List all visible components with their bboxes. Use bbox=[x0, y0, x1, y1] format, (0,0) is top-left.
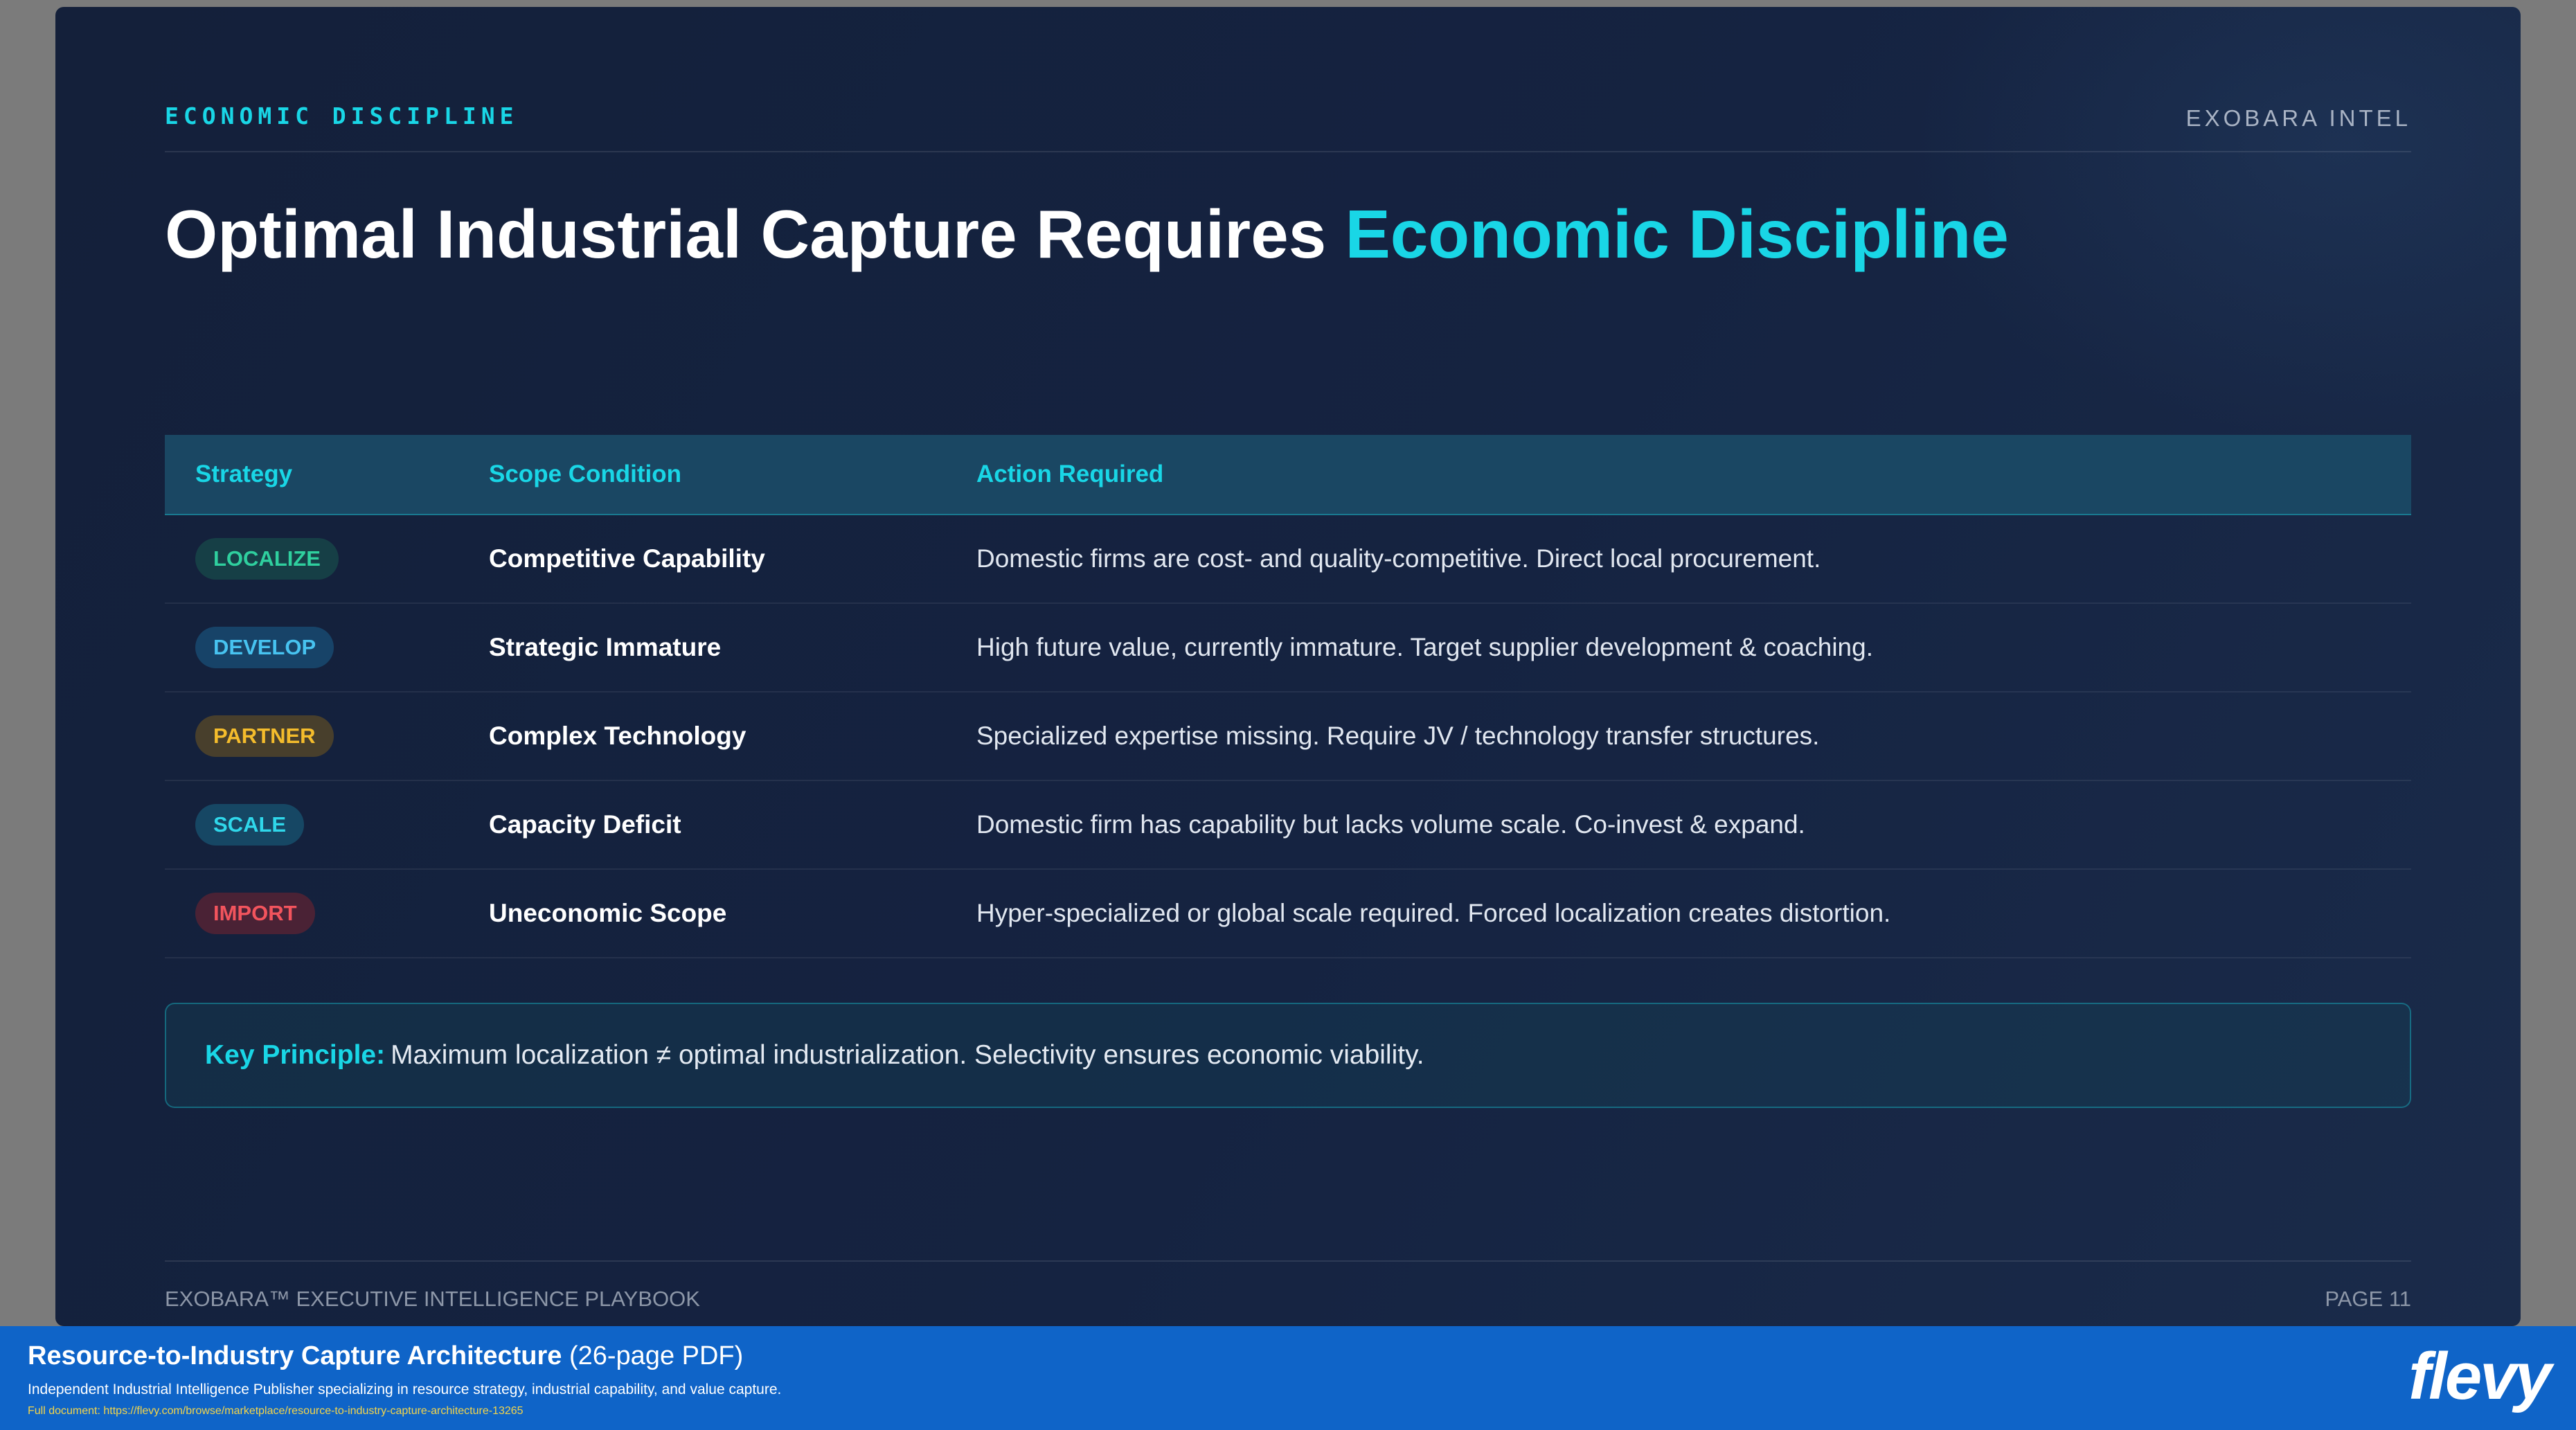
banner-title: Resource-to-Industry Capture Architectur… bbox=[28, 1341, 743, 1371]
header-strategy: Strategy bbox=[195, 461, 293, 488]
scope-condition: Capacity Deficit bbox=[489, 810, 681, 839]
banner-page-count: (26-page PDF) bbox=[569, 1341, 744, 1370]
strategy-badge-partner: PARTNER bbox=[195, 715, 334, 757]
brand-label: EXOBARA INTEL bbox=[2185, 105, 2411, 131]
key-principle-callout: Key Principle: Maximum localization ≠ op… bbox=[165, 1003, 2411, 1108]
flevy-logo[interactable]: flevy bbox=[2408, 1339, 2552, 1415]
banner-document-link[interactable]: Full document: https://flevy.com/browse/… bbox=[28, 1405, 524, 1418]
slide-title: Optimal Industrial Capture Requires Econ… bbox=[165, 195, 2009, 274]
key-principle-text: Maximum localization ≠ optimal industria… bbox=[391, 1040, 1424, 1070]
table-row: DEVELOP Strategic Immature High future v… bbox=[165, 604, 2411, 692]
strategy-badge-import: IMPORT bbox=[195, 893, 315, 934]
table-row: SCALE Capacity Deficit Domestic firm has… bbox=[165, 781, 2411, 870]
banner-subtitle: Independent Industrial Intelligence Publ… bbox=[28, 1382, 782, 1397]
strategy-table: Strategy Scope Condition Action Required… bbox=[165, 435, 2411, 958]
banner-document-name: Resource-to-Industry Capture Architectur… bbox=[28, 1341, 562, 1370]
action-required: Specialized expertise missing. Require J… bbox=[976, 722, 1820, 750]
scope-condition: Competitive Capability bbox=[489, 544, 765, 573]
strategy-badge-develop: DEVELOP bbox=[195, 627, 334, 668]
action-required: High future value, currently immature. T… bbox=[976, 633, 1873, 661]
table-row: IMPORT Uneconomic Scope Hyper-specialize… bbox=[165, 870, 2411, 958]
header-divider bbox=[165, 151, 2411, 152]
scope-condition: Strategic Immature bbox=[489, 633, 722, 661]
footer-divider bbox=[165, 1260, 2411, 1262]
title-main: Optimal Industrial Capture Requires bbox=[165, 196, 1345, 272]
strategy-badge-localize: LOCALIZE bbox=[195, 538, 339, 580]
scope-condition: Complex Technology bbox=[489, 722, 746, 750]
table-header: Strategy Scope Condition Action Required bbox=[165, 435, 2411, 515]
table-row: PARTNER Complex Technology Specialized e… bbox=[165, 692, 2411, 781]
action-required: Domestic firm has capability but lacks v… bbox=[976, 810, 1805, 839]
key-principle-label: Key Principle: bbox=[205, 1040, 386, 1070]
section-eyebrow: ECONOMIC DISCIPLINE bbox=[165, 102, 519, 129]
strategy-badge-scale: SCALE bbox=[195, 804, 305, 846]
header-scope: Scope Condition bbox=[489, 461, 682, 488]
title-accent: Economic Discipline bbox=[1345, 196, 2009, 272]
table-row: LOCALIZE Competitive Capability Domestic… bbox=[165, 515, 2411, 604]
action-required: Domestic firms are cost- and quality-com… bbox=[976, 544, 1821, 573]
footer-playbook-label: EXOBARA™ EXECUTIVE INTELLIGENCE PLAYBOOK bbox=[165, 1287, 700, 1311]
header-action: Action Required bbox=[976, 461, 1164, 488]
action-required: Hyper-specialized or global scale requir… bbox=[976, 899, 1891, 927]
document-banner: Resource-to-Industry Capture Architectur… bbox=[0, 1326, 2576, 1430]
scope-condition: Uneconomic Scope bbox=[489, 899, 727, 927]
slide: ECONOMIC DISCIPLINE EXOBARA INTEL Optima… bbox=[55, 7, 2521, 1326]
page-number: PAGE 11 bbox=[2325, 1287, 2411, 1311]
